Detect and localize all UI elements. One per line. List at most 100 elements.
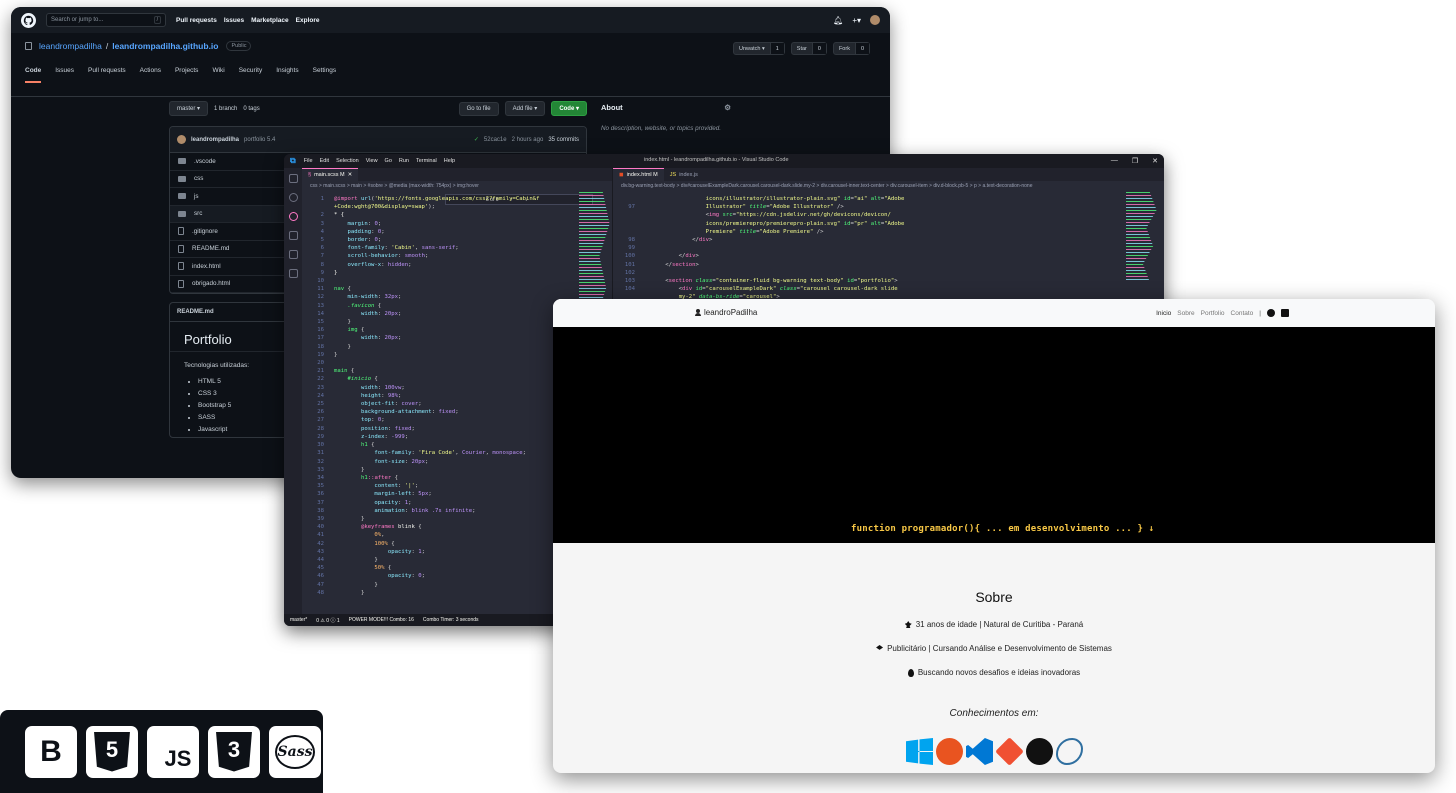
nav-marketplace[interactable]: Marketplace — [251, 17, 289, 24]
tab-index-html[interactable]: ◼ index.html M — [613, 168, 664, 181]
menu-run[interactable]: Run — [399, 158, 409, 164]
watch-label: Unwatch ▾ — [739, 45, 765, 52]
fork-button[interactable]: Fork 0 — [832, 42, 870, 55]
tab-wiki[interactable]: Wiki — [212, 67, 224, 83]
extensions-icon[interactable] — [288, 250, 298, 259]
code-area[interactable]: icons/illustrator/illustrator-plain.svg"… — [613, 191, 1164, 302]
file-name[interactable]: .gitignore — [192, 228, 218, 235]
search-icon[interactable] — [288, 193, 298, 202]
github-logo-icon[interactable] — [21, 12, 36, 28]
search-input[interactable]: Search or jump to... / — [46, 13, 166, 27]
file-icon — [178, 227, 184, 236]
folder-icon — [178, 158, 186, 165]
nav-portfolio[interactable]: Portfolio — [1201, 310, 1225, 317]
baby-icon — [904, 621, 912, 628]
plus-icon[interactable]: +▾ — [852, 16, 861, 25]
file-icon — [178, 262, 184, 271]
branch-select[interactable]: master ▾ — [169, 101, 209, 116]
branch-status[interactable]: master* — [290, 617, 307, 623]
search-shortcut: / — [153, 16, 161, 24]
problems-status[interactable]: 0 ⚠ 0 ⓘ 1 — [316, 617, 339, 624]
repo-owner-link[interactable]: leandrompadilha — [39, 41, 102, 51]
breadcrumb[interactable]: div.bg-warning.text-body > div#carouselE… — [613, 181, 1164, 191]
maximize-icon[interactable]: ❐ — [1132, 157, 1138, 165]
header-actions: 🔔︎ +▾ — [833, 15, 880, 25]
fork-count: 0 — [854, 43, 869, 54]
tab-projects[interactable]: Projects — [175, 67, 198, 83]
file-name[interactable]: src — [194, 210, 202, 217]
file-icon — [178, 279, 184, 288]
run-debug-icon[interactable] — [288, 231, 298, 240]
nav-contato[interactable]: Contato — [1231, 310, 1254, 317]
file-name[interactable]: js — [194, 193, 199, 200]
file-name[interactable]: README.md — [192, 245, 229, 252]
commit-hash[interactable]: 52cac1e — [484, 137, 507, 143]
minimize-icon[interactable]: — — [1111, 157, 1118, 165]
info-text: Buscando novos desafios e ideias inovado… — [917, 668, 1081, 677]
nav-issues[interactable]: Issues — [224, 17, 244, 24]
file-name[interactable]: obrigado.html — [192, 280, 230, 287]
tab-settings[interactable]: Settings — [313, 67, 337, 83]
menu-go[interactable]: Go — [385, 158, 392, 164]
tech-badges: B 5 JS 3 Sass — [0, 710, 323, 793]
repo-name-link[interactable]: leandrompadilha.github.io — [112, 41, 218, 51]
code-button[interactable]: Code ▾ — [551, 101, 587, 116]
branch-row: master ▾ 1 branch 0 tags Go to file Add … — [169, 101, 587, 116]
nav-sobre[interactable]: Sobre — [1177, 310, 1194, 317]
close-icon[interactable]: ✕ — [1152, 157, 1158, 165]
site-brand[interactable]: leandroPadilha — [695, 308, 757, 317]
breadcrumb[interactable]: css > main.scss > main > #sobre > @media… — [302, 181, 617, 191]
vscode-icon — [966, 738, 993, 765]
tab-issues[interactable]: Issues — [55, 67, 74, 83]
nav-inicio[interactable]: Inicio — [1156, 310, 1171, 317]
github-icon[interactable] — [1267, 309, 1275, 317]
tab-label: index.html M — [626, 172, 658, 178]
search-placeholder: Search or jump to... — [51, 17, 104, 23]
bookmark-icon[interactable] — [288, 269, 298, 278]
tab-label: main.scss M — [314, 172, 345, 178]
tab-insights[interactable]: Insights — [276, 67, 298, 83]
menu-edit[interactable]: Edit — [320, 158, 329, 164]
menu-help[interactable]: Help — [444, 158, 455, 164]
branch-count-link[interactable]: 1 branch — [214, 106, 237, 112]
linkedin-icon[interactable] — [1281, 309, 1289, 317]
file-name[interactable]: index.html — [192, 263, 221, 270]
hero-text[interactable]: function programador(){ ... em desenvolv… — [851, 524, 1154, 534]
gear-icon[interactable]: ⚙ — [724, 103, 731, 112]
info-line: Buscando novos desafios e ideias inovado… — [553, 668, 1435, 677]
bell-icon[interactable]: 🔔︎ — [833, 16, 843, 25]
source-control-icon[interactable] — [288, 212, 298, 221]
menu-file[interactable]: File — [304, 158, 313, 164]
tab-code[interactable]: Code — [25, 67, 42, 83]
explorer-icon[interactable] — [288, 174, 298, 183]
tab-index-js[interactable]: JS index.js — [663, 168, 704, 181]
menu-view[interactable]: View — [366, 158, 378, 164]
file-name[interactable]: .vscode — [194, 158, 216, 165]
star-button[interactable]: Star 0 — [790, 42, 827, 55]
nav-pull-requests[interactable]: Pull requests — [176, 17, 217, 24]
commit-author[interactable]: leandrompadilha — [191, 137, 239, 143]
tab-label: index.js — [679, 171, 698, 178]
add-file-button[interactable]: Add file ▾ — [504, 101, 546, 116]
commit-count[interactable]: 35 commits — [548, 137, 579, 143]
nav-explore[interactable]: Explore — [296, 17, 320, 24]
menu-selection[interactable]: Selection — [336, 158, 359, 164]
window-controls: — ❐ ✕ — [1111, 157, 1158, 165]
tab-main-scss[interactable]: § main.scss M ✕ — [302, 168, 359, 181]
tab-pull-requests[interactable]: Pull requests — [88, 67, 126, 83]
go-to-file-button[interactable]: Go to file — [458, 101, 499, 116]
javascript-icon: JS — [147, 725, 199, 778]
avatar[interactable] — [870, 15, 880, 25]
site-navbar: leandroPadilha Inicio Sobre Portfolio Co… — [553, 299, 1435, 327]
watch-button[interactable]: Unwatch ▾ 1 — [733, 42, 785, 55]
tab-security[interactable]: Security — [239, 67, 262, 83]
commit-message[interactable]: portfolio 5.4 — [244, 137, 275, 143]
vscode-logo-icon: ⧉ — [290, 156, 296, 165]
site-links: Inicio Sobre Portfolio Contato | — [1156, 309, 1289, 317]
tag-count-link[interactable]: 0 tags — [243, 106, 259, 112]
tab-actions[interactable]: Actions — [140, 67, 161, 83]
menu-terminal[interactable]: Terminal — [416, 158, 437, 164]
file-name[interactable]: css — [194, 175, 203, 182]
fork-label: Fork — [838, 45, 850, 52]
close-icon[interactable]: ✕ — [348, 172, 353, 178]
